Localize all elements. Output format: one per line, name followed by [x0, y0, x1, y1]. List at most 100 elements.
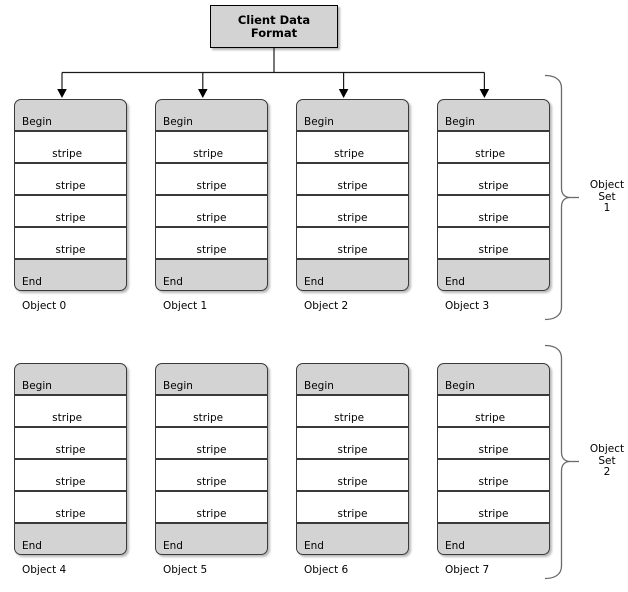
- object-column-1[interactable]: Begin Object1 stripe unit 1 stripe unit …: [155, 99, 268, 312]
- stripe-label: stripe: [196, 180, 227, 192]
- stripe-label: stripe: [337, 180, 368, 192]
- begin-keyword: Begin: [163, 380, 193, 392]
- end-object-label: Object 4: [22, 564, 67, 576]
- object-set-1-label: Object Set 1: [589, 179, 625, 214]
- stripe-label: stripe: [52, 412, 83, 424]
- arrow-group-2: [338, 72, 349, 98]
- stripe-label: stripe: [478, 180, 509, 192]
- end-keyword: End: [304, 540, 324, 552]
- begin-keyword: Begin: [445, 380, 475, 392]
- stripe-label: stripe: [55, 476, 86, 488]
- stripe-unit-cell[interactable]: stripe unit 12: [14, 227, 127, 280]
- end-object-cell[interactable]: End Object 5: [155, 523, 268, 576]
- object-column-6[interactable]: Begin Object6 stripe unit 18 stripe unit…: [296, 363, 409, 576]
- stripe-unit-cell[interactable]: stripe unit 0: [14, 131, 127, 184]
- stripe-unit-cell[interactable]: stripe unit 26: [296, 459, 409, 512]
- stripe-label: stripe: [55, 444, 86, 456]
- begin-object-cell[interactable]: Begin Object1: [155, 99, 268, 152]
- end-object-cell[interactable]: End Object 7: [437, 523, 550, 576]
- end-object-cell[interactable]: End Object 4: [14, 523, 127, 576]
- begin-keyword: Begin: [22, 116, 52, 128]
- end-object-label: Object 1: [163, 300, 208, 312]
- stripe-label: stripe: [55, 180, 86, 192]
- begin-object-cell[interactable]: Begin Object0: [14, 99, 127, 152]
- begin-object-cell[interactable]: Begin Object3: [437, 99, 550, 152]
- stripe-label: stripe: [196, 212, 227, 224]
- end-object-label: Object 2: [304, 300, 349, 312]
- stripe-unit-cell[interactable]: stripe unit 29: [155, 491, 268, 544]
- stripe-label: stripe: [337, 508, 368, 520]
- arrow-head-icon: [198, 89, 208, 98]
- stripe-unit-cell[interactable]: stripe unit 18: [296, 395, 409, 448]
- stripe-label: stripe: [193, 412, 224, 424]
- stripe-label: stripe: [478, 444, 509, 456]
- object-set-2-label: Object Set 2: [589, 443, 625, 478]
- stripe-unit-cell[interactable]: stripe unit 10: [296, 195, 409, 248]
- stripe-label: stripe: [475, 412, 506, 424]
- stripe-unit-cell[interactable]: stripe unit 24: [14, 459, 127, 512]
- arrow-group-3: [479, 72, 490, 98]
- stripe-unit-cell[interactable]: stripe unit 6: [296, 163, 409, 216]
- end-keyword: End: [22, 276, 42, 288]
- stripe-unit-cell[interactable]: stripe unit 16: [14, 395, 127, 448]
- begin-object-cell[interactable]: Begin Object7: [437, 363, 550, 416]
- object-column-4[interactable]: Begin Object4 stripe unit 16 stripe unit…: [14, 363, 127, 576]
- stripe-unit-cell[interactable]: stripe unit 27: [437, 459, 550, 512]
- stripe-unit-cell[interactable]: stripe unit 17: [155, 395, 268, 448]
- stripe-label: stripe: [196, 244, 227, 256]
- arrow-group-1: [198, 72, 208, 98]
- stripe-unit-cell[interactable]: stripe unit 11: [437, 195, 550, 248]
- stripe-unit-cell[interactable]: stripe unit 14: [296, 227, 409, 280]
- stripe-label: stripe: [337, 244, 368, 256]
- end-keyword: End: [22, 540, 42, 552]
- arrow-head-icon: [338, 89, 349, 98]
- end-object-cell[interactable]: End Object 6: [296, 523, 409, 576]
- stripe-unit-cell[interactable]: stripe unit 21: [155, 427, 268, 480]
- stripe-unit-cell[interactable]: stripe unit 25: [155, 459, 268, 512]
- begin-keyword: Begin: [163, 116, 193, 128]
- object-column-3[interactable]: Begin Object3 stripe unit 3 stripe unit …: [437, 99, 550, 312]
- stripe-unit-cell[interactable]: stripe unit 31: [437, 491, 550, 544]
- stripe-unit-cell[interactable]: stripe unit 15: [437, 227, 550, 280]
- object-column-0[interactable]: Begin Object0 stripe unit 0 stripe unit …: [14, 99, 127, 312]
- stripe-unit-cell[interactable]: stripe unit 13: [155, 227, 268, 280]
- arrow-head-icon: [57, 89, 67, 98]
- begin-object-cell[interactable]: Begin Object6: [296, 363, 409, 416]
- end-object-cell[interactable]: End Object 3: [437, 259, 550, 312]
- begin-keyword: Begin: [304, 116, 334, 128]
- stripe-label: stripe: [55, 212, 86, 224]
- stripe-label: stripe: [55, 508, 86, 520]
- object-column-2[interactable]: Begin Object2 stripe unit 2 stripe unit …: [296, 99, 409, 312]
- end-object-cell[interactable]: End Object 1: [155, 259, 268, 312]
- object-column-7[interactable]: Begin Object7 stripe unit 19 stripe unit…: [437, 363, 550, 576]
- stripe-unit-cell[interactable]: stripe unit 8: [14, 195, 127, 248]
- stripe-unit-cell[interactable]: stripe unit 19: [437, 395, 550, 448]
- begin-object-cell[interactable]: Begin Object4: [14, 363, 127, 416]
- end-object-cell[interactable]: End Object 2: [296, 259, 409, 312]
- stripe-label: stripe: [478, 244, 509, 256]
- object-column-5[interactable]: Begin Object5 stripe unit 17 stripe unit…: [155, 363, 268, 576]
- end-keyword: End: [445, 540, 465, 552]
- end-object-label: Object 0: [22, 300, 67, 312]
- begin-object-cell[interactable]: Begin Object2: [296, 99, 409, 152]
- stripe-unit-cell[interactable]: stripe unit 3: [437, 131, 550, 184]
- stripe-unit-cell[interactable]: stripe unit 28: [14, 491, 127, 544]
- stripe-unit-cell[interactable]: stripe unit 1: [155, 131, 268, 184]
- stripe-label: stripe: [475, 148, 506, 160]
- stripe-unit-cell[interactable]: stripe unit 22: [296, 427, 409, 480]
- stripe-label: stripe: [196, 476, 227, 488]
- stripe-unit-cell[interactable]: stripe unit 7: [437, 163, 550, 216]
- diagram-canvas: Client Data Format Begin stripe stripe s…: [0, 0, 628, 586]
- root-node-client-data-format[interactable]: Client Data Format: [210, 5, 338, 48]
- stripe-unit-cell[interactable]: stripe unit 5: [155, 163, 268, 216]
- begin-object-cell[interactable]: Begin Object5: [155, 363, 268, 416]
- stripe-unit-cell[interactable]: stripe unit 9: [155, 195, 268, 248]
- stripe-label: stripe: [337, 444, 368, 456]
- stripe-unit-cell[interactable]: stripe unit 23: [437, 427, 550, 480]
- end-object-cell[interactable]: End Object 0: [14, 259, 127, 312]
- stripe-label: stripe: [193, 148, 224, 160]
- stripe-unit-cell[interactable]: stripe unit 2: [296, 131, 409, 184]
- stripe-unit-cell[interactable]: stripe unit 30: [296, 491, 409, 544]
- stripe-unit-cell[interactable]: stripe unit 4: [14, 163, 127, 216]
- stripe-unit-cell[interactable]: stripe unit 20: [14, 427, 127, 480]
